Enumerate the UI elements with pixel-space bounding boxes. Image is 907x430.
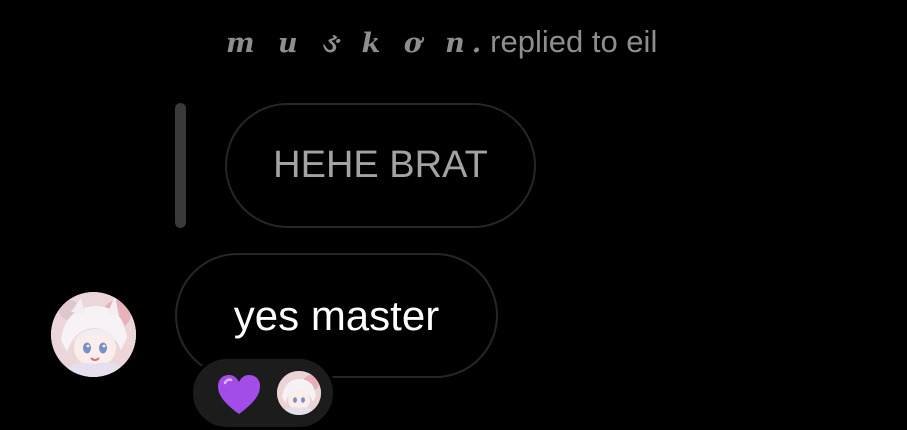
reactor-avatar: [277, 371, 321, 415]
quoted-message-text: HEHE BRAT: [273, 144, 488, 186]
reply-header: m u ઙ k ơ n. replied to eil: [226, 24, 657, 74]
quoted-message-bubble[interactable]: HEHE BRAT: [225, 103, 536, 228]
reply-context-text: replied to eil: [490, 24, 658, 59]
message-text: yes master: [233, 291, 440, 339]
reply-sender-name[interactable]: m u ઙ k ơ n.: [226, 28, 488, 60]
reactions-pill[interactable]: [190, 356, 336, 430]
reactor-avatar-image: [277, 371, 321, 415]
reply-indicator-bar: [175, 103, 186, 228]
sender-avatar[interactable]: [51, 292, 136, 377]
sender-avatar-image: [51, 292, 136, 377]
purple-heart-icon: [218, 375, 260, 414]
